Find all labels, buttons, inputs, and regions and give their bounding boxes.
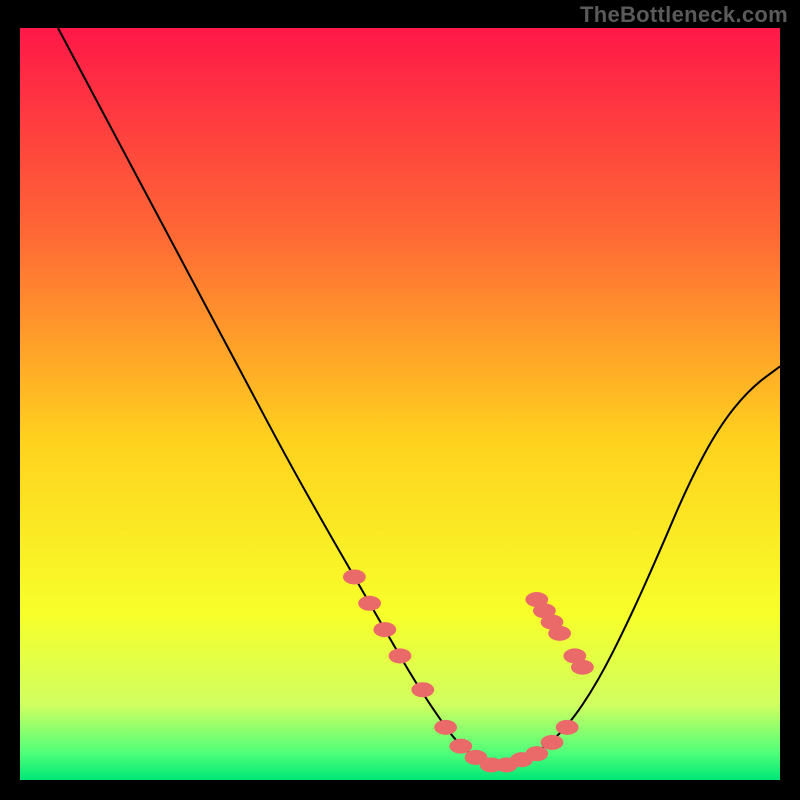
marker-point: [389, 648, 412, 663]
marker-point: [411, 682, 434, 697]
gradient-background: [20, 28, 780, 780]
watermark-label: TheBottleneck.com: [580, 2, 788, 28]
marker-point: [434, 720, 457, 735]
marker-point: [556, 720, 579, 735]
chart-svg: [20, 28, 780, 780]
marker-point: [343, 569, 366, 584]
marker-point: [548, 626, 571, 641]
marker-point: [358, 596, 381, 611]
marker-point: [373, 622, 396, 637]
marker-point: [525, 746, 548, 761]
chart-frame: TheBottleneck.com: [0, 0, 800, 800]
marker-point: [449, 739, 472, 754]
marker-point: [571, 660, 594, 675]
marker-point: [541, 735, 564, 750]
